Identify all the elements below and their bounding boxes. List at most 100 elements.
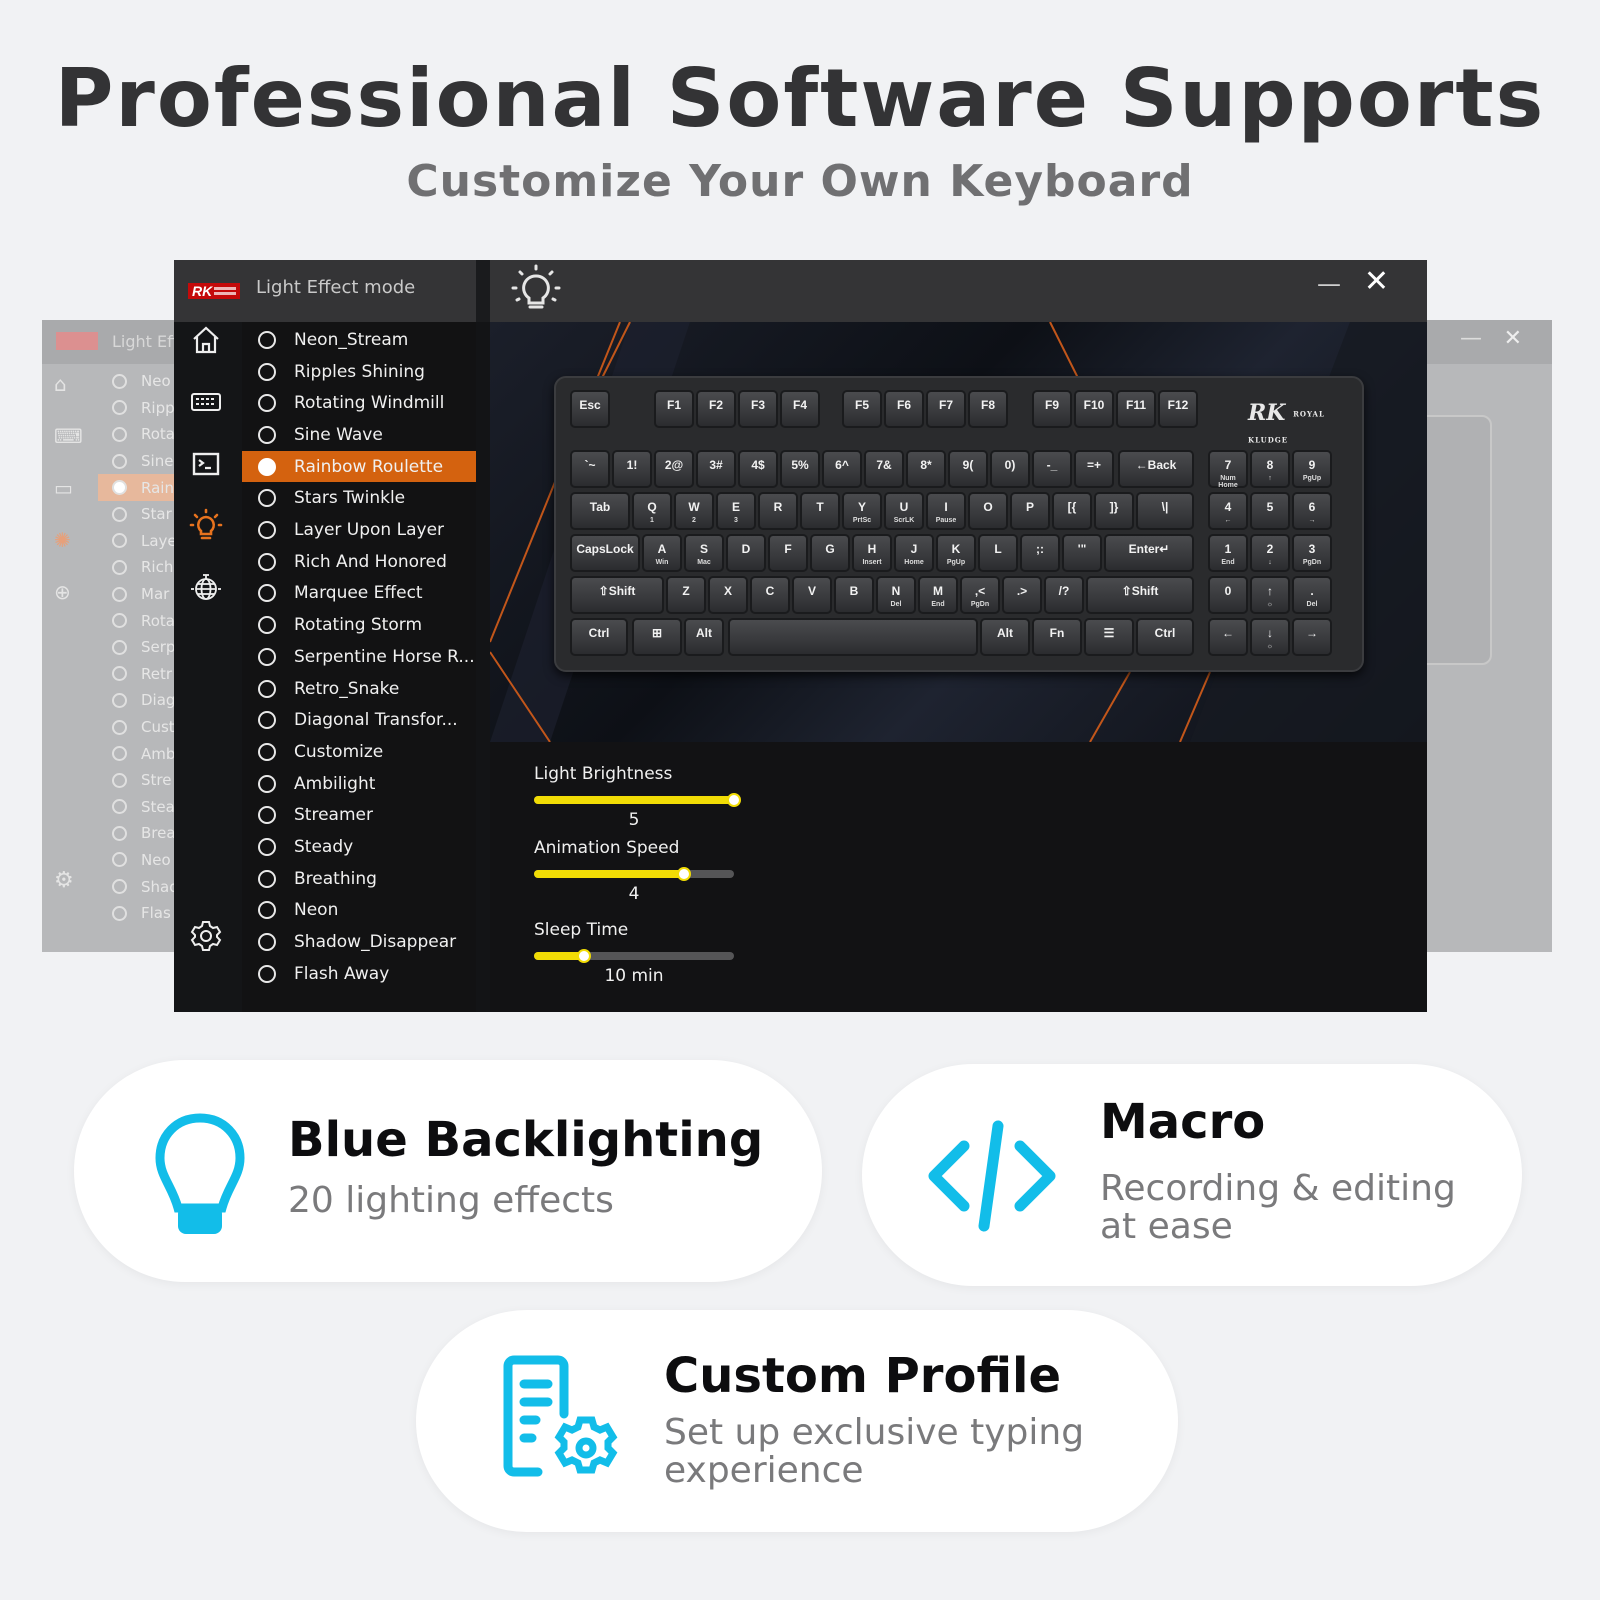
key[interactable]: E3 bbox=[716, 492, 756, 530]
key[interactable]: ← bbox=[1208, 618, 1248, 656]
key[interactable]: ]} bbox=[1094, 492, 1134, 530]
key[interactable]: P bbox=[1010, 492, 1050, 530]
effect-item[interactable]: Steady bbox=[242, 831, 476, 863]
key[interactable]: K PgUp bbox=[936, 534, 976, 572]
slider-track[interactable] bbox=[534, 949, 734, 963]
key[interactable]: ⇧Shift bbox=[570, 576, 664, 614]
key[interactable]: 0) bbox=[990, 450, 1030, 488]
key[interactable]: N Del bbox=[876, 576, 916, 614]
radio-button[interactable] bbox=[258, 933, 276, 952]
key[interactable]: V bbox=[792, 576, 832, 614]
key[interactable] bbox=[728, 618, 978, 656]
key[interactable]: Esc bbox=[570, 390, 610, 428]
effect-item[interactable]: Rotating Storm bbox=[242, 609, 476, 641]
key[interactable]: F bbox=[768, 534, 808, 572]
key[interactable]: J Home bbox=[894, 534, 934, 572]
key[interactable]: Q1 bbox=[632, 492, 672, 530]
key[interactable]: G bbox=[810, 534, 850, 572]
key[interactable]: 9 PgUp bbox=[1292, 450, 1332, 488]
key[interactable]: 0 bbox=[1208, 576, 1248, 614]
key[interactable]: R bbox=[758, 492, 798, 530]
keyboard-icon[interactable] bbox=[188, 384, 224, 420]
key[interactable]: `~ bbox=[570, 450, 610, 488]
effect-item[interactable]: Stars Twinkle bbox=[242, 483, 476, 515]
key[interactable]: 1! bbox=[612, 450, 652, 488]
key[interactable]: =+ bbox=[1074, 450, 1114, 488]
key[interactable]: ☰ bbox=[1084, 618, 1134, 656]
key[interactable]: F12 bbox=[1158, 390, 1198, 428]
effect-item[interactable]: Shadow_Disappear bbox=[242, 926, 476, 958]
key[interactable]: /? bbox=[1044, 576, 1084, 614]
effect-item[interactable]: Diagonal Transfor... bbox=[242, 704, 476, 736]
key[interactable]: 6^ bbox=[822, 450, 862, 488]
key[interactable]: F10 bbox=[1074, 390, 1114, 428]
effect-item[interactable]: Sine Wave bbox=[242, 419, 476, 451]
slider-thumb[interactable] bbox=[577, 949, 591, 963]
radio-button[interactable] bbox=[258, 489, 276, 508]
effect-item[interactable]: Breathing bbox=[242, 863, 476, 895]
key[interactable]: F1 bbox=[654, 390, 694, 428]
key[interactable]: F2 bbox=[696, 390, 736, 428]
effect-item[interactable]: Rainbow Roulette bbox=[242, 450, 476, 483]
key[interactable]: X bbox=[708, 576, 748, 614]
gear-icon[interactable] bbox=[188, 918, 224, 954]
key[interactable]: .> bbox=[1002, 576, 1042, 614]
key[interactable]: F4 bbox=[780, 390, 820, 428]
key[interactable]: F5 bbox=[842, 390, 882, 428]
radio-button[interactable] bbox=[258, 964, 276, 983]
key[interactable]: ⇧Shift bbox=[1086, 576, 1194, 614]
radio-button[interactable] bbox=[258, 457, 276, 476]
key[interactable]: '" bbox=[1062, 534, 1102, 572]
radio-button[interactable] bbox=[258, 394, 276, 413]
key[interactable]: Ctrl bbox=[1136, 618, 1194, 656]
key[interactable]: F9 bbox=[1032, 390, 1072, 428]
globe-icon[interactable] bbox=[188, 570, 224, 606]
effect-item[interactable]: Neon_Stream bbox=[242, 324, 476, 356]
slider-thumb[interactable] bbox=[727, 793, 741, 807]
effect-item[interactable]: Neon bbox=[242, 895, 476, 927]
radio-button[interactable] bbox=[258, 362, 276, 381]
effect-item[interactable]: Flash Away bbox=[242, 958, 476, 990]
key[interactable]: 8 ↑ bbox=[1250, 450, 1290, 488]
key[interactable]: 3# bbox=[696, 450, 736, 488]
close-button[interactable]: ✕ bbox=[1364, 264, 1389, 299]
key[interactable]: 3 PgDn bbox=[1292, 534, 1332, 572]
key[interactable]: A Win bbox=[642, 534, 682, 572]
radio-button[interactable] bbox=[258, 616, 276, 635]
effect-item[interactable]: Marquee Effect bbox=[242, 578, 476, 610]
key[interactable]: I Pause bbox=[926, 492, 966, 530]
key[interactable]: Alt bbox=[980, 618, 1030, 656]
key[interactable]: F3 bbox=[738, 390, 778, 428]
key[interactable]: D bbox=[726, 534, 766, 572]
radio-button[interactable] bbox=[258, 330, 276, 349]
radio-button[interactable] bbox=[258, 647, 276, 666]
key[interactable]: 9( bbox=[948, 450, 988, 488]
radio-button[interactable] bbox=[258, 584, 276, 603]
key[interactable]: W2 bbox=[674, 492, 714, 530]
key[interactable]: C bbox=[750, 576, 790, 614]
key[interactable]: 4 ← bbox=[1208, 492, 1248, 530]
key[interactable]: Tab bbox=[570, 492, 630, 530]
key[interactable]: ↑ ☼ bbox=[1250, 576, 1290, 614]
key[interactable]: 2 ↓ bbox=[1250, 534, 1290, 572]
key[interactable]: 2@ bbox=[654, 450, 694, 488]
key[interactable]: ⊞ bbox=[632, 618, 682, 656]
key[interactable]: 8* bbox=[906, 450, 946, 488]
slider-thumb[interactable] bbox=[677, 867, 691, 881]
key[interactable]: B bbox=[834, 576, 874, 614]
key[interactable]: Alt bbox=[684, 618, 724, 656]
lightbulb-nav-icon[interactable] bbox=[188, 508, 224, 544]
key[interactable]: S Mac bbox=[684, 534, 724, 572]
key[interactable]: ;: bbox=[1020, 534, 1060, 572]
radio-button[interactable] bbox=[258, 679, 276, 698]
key[interactable]: ↓ ☼ bbox=[1250, 618, 1290, 656]
effect-item[interactable]: Serpentine Horse R... bbox=[242, 641, 476, 673]
radio-button[interactable] bbox=[258, 552, 276, 571]
radio-button[interactable] bbox=[258, 901, 276, 920]
key[interactable]: Enter↵ bbox=[1104, 534, 1194, 572]
key[interactable]: 7 Num Home bbox=[1208, 450, 1248, 489]
key[interactable]: Ctrl bbox=[570, 618, 628, 656]
key[interactable]: \| bbox=[1136, 492, 1194, 530]
key[interactable]: M End bbox=[918, 576, 958, 614]
effect-item[interactable]: Rich And Honored bbox=[242, 546, 476, 578]
